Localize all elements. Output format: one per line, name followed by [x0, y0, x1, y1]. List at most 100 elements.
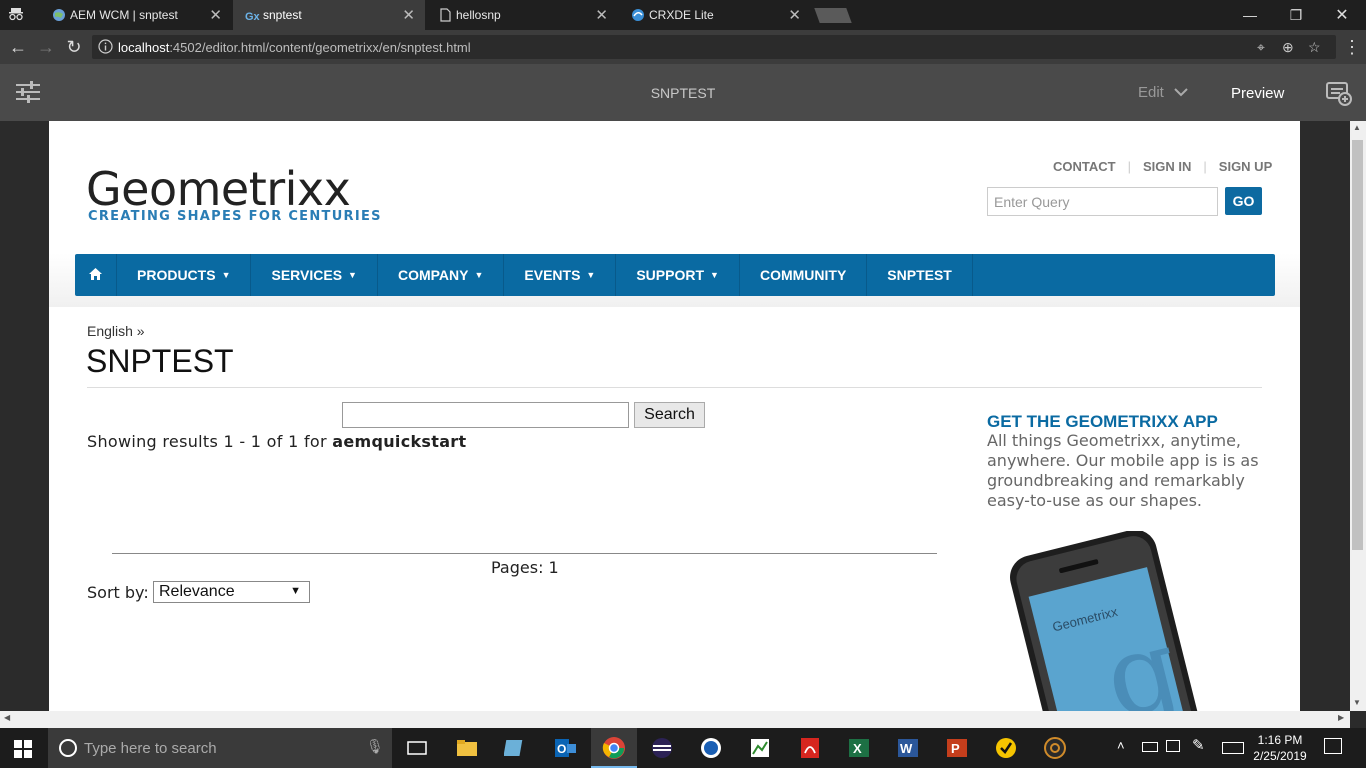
reload-button[interactable]: ↻ — [60, 30, 88, 64]
close-tab-icon[interactable]: ✕ — [209, 6, 222, 24]
bookmark-star-icon[interactable]: ☆ — [1308, 39, 1321, 56]
site-search-input[interactable]: Enter Query — [987, 187, 1218, 216]
location-icon[interactable]: ⌖ — [1257, 39, 1265, 56]
nav-item-snptest[interactable]: SNPTEST — [867, 254, 973, 296]
browser-toolbar: ← → ↻ localhost:4502/editor.html/content… — [0, 30, 1366, 64]
battery-icon[interactable] — [1142, 742, 1158, 752]
nav-item-community[interactable]: COMMUNITY — [740, 254, 868, 296]
chrome-icon[interactable] — [602, 736, 626, 760]
nav-item-support[interactable]: SUPPORT ▼ — [616, 254, 740, 296]
sort-label: Sort by: — [87, 583, 149, 602]
zoom-icon[interactable]: ⊕ — [1282, 39, 1294, 56]
cortana-icon — [58, 738, 78, 758]
nav-item-events[interactable]: EVENTS ▼ — [504, 254, 617, 296]
dropdown-arrow-icon: ▼ — [710, 270, 719, 280]
windows-taskbar: Type here to search 🎙 O X W P ˄ ✎ 1:16 P… — [0, 728, 1366, 768]
breadcrumb[interactable]: English » — [87, 323, 145, 339]
tab-crxde[interactable]: CRXDE Lite ✕ — [619, 0, 811, 30]
close-window-button[interactable]: ✕ — [1319, 0, 1365, 30]
app-icon[interactable] — [748, 736, 772, 760]
close-tab-icon[interactable]: ✕ — [402, 6, 415, 24]
mode-selector[interactable]: Edit — [1138, 84, 1188, 101]
globe-icon — [52, 8, 66, 22]
page-canvas: Geometrixx CREATING SHAPES FOR CENTURIES… — [49, 121, 1300, 711]
svg-text:W: W — [900, 741, 913, 756]
pen-icon[interactable]: ✎ — [1192, 736, 1205, 754]
sign-up-link[interactable]: SIGN UP — [1219, 159, 1272, 174]
sign-in-link[interactable]: SIGN IN — [1143, 159, 1191, 174]
notifications-icon[interactable] — [1324, 738, 1342, 754]
incognito-icon — [8, 6, 24, 22]
divider: | — [1127, 159, 1131, 174]
tab-label: CRXDE Lite — [649, 8, 714, 22]
chevron-down-icon — [1174, 84, 1188, 101]
back-button[interactable]: ← — [4, 30, 32, 64]
outlook-icon[interactable]: O — [553, 736, 577, 760]
svg-text:Gx: Gx — [245, 11, 261, 22]
preview-button[interactable]: Preview — [1231, 85, 1284, 102]
scroll-right-arrow-icon[interactable]: ▶ — [1338, 713, 1344, 722]
restore-button[interactable]: ❐ — [1273, 0, 1319, 30]
search-input[interactable] — [342, 402, 629, 428]
dropdown-arrow-icon: ▼ — [348, 270, 357, 280]
nav-label: COMPANY — [397, 267, 469, 283]
tab-hellosnp[interactable]: hellosnp ✕ — [426, 0, 618, 30]
system-clock[interactable]: 1:16 PM 2/25/2019 — [1245, 732, 1315, 764]
file-explorer-icon[interactable] — [455, 736, 479, 760]
tab-snptest[interactable]: Gx snptest ✕ — [233, 0, 425, 30]
new-tab-button[interactable] — [814, 8, 852, 23]
info-icon[interactable] — [98, 39, 113, 54]
main-nav: PRODUCTS ▼ SERVICES ▼ COMPANY ▼ EVENTS ▼ SUP… — [75, 254, 1275, 296]
nav-item-services[interactable]: SERVICES ▼ — [251, 254, 378, 296]
phone-image: Geometrixx g — [989, 529, 1259, 711]
network-icon[interactable] — [1166, 740, 1180, 752]
svg-text:X: X — [853, 741, 862, 756]
horizontal-scrollbar[interactable] — [0, 711, 1350, 728]
minimize-button[interactable]: — — [1227, 0, 1273, 30]
start-button[interactable] — [14, 740, 32, 758]
url-host: localhost — [118, 39, 170, 55]
divider — [87, 387, 1262, 388]
go-button[interactable]: GO — [1225, 187, 1262, 215]
app-icon[interactable] — [1043, 736, 1067, 760]
app-icon[interactable] — [503, 736, 528, 760]
dropdown-arrow-icon: ▼ — [221, 270, 231, 280]
scroll-left-arrow-icon[interactable]: ◀ — [4, 713, 10, 722]
microphone-icon[interactable]: 🎙 — [366, 738, 384, 755]
norton-icon[interactable] — [994, 736, 1018, 760]
taskbar-search[interactable]: Type here to search 🎙 — [48, 728, 392, 768]
nav-label: SNPTEST — [887, 267, 952, 283]
nav-item-company[interactable]: COMPANY ▼ — [378, 254, 505, 296]
nav-item-products[interactable]: PRODUCTS ▼ — [117, 254, 252, 296]
word-icon[interactable]: W — [896, 736, 920, 760]
contact-link[interactable]: CONTACT — [1053, 159, 1116, 174]
search-button[interactable]: Search — [634, 402, 705, 428]
acrobat-icon[interactable] — [798, 736, 822, 760]
sort-select[interactable]: Relevance ▼ — [153, 581, 310, 603]
divider: | — [1203, 159, 1207, 174]
scrollbar-thumb[interactable] — [1352, 140, 1363, 550]
tab-aem-wcm[interactable]: AEM WCM | snptest ✕ — [40, 0, 232, 30]
url-path: :4502/editor.html/content/geometrixx/en/… — [169, 39, 471, 55]
powerpoint-icon[interactable]: P — [945, 736, 969, 760]
close-tab-icon[interactable]: ✕ — [595, 6, 608, 24]
task-view-icon[interactable] — [405, 736, 429, 760]
close-tab-icon[interactable]: ✕ — [788, 6, 801, 24]
app-heading[interactable]: GET THE GEOMETRIXX APP — [987, 412, 1218, 432]
eclipse-icon[interactable] — [650, 736, 674, 760]
home-nav-item[interactable] — [75, 254, 117, 296]
menu-icon[interactable]: ⋮ — [1338, 30, 1366, 64]
nav-label: EVENTS — [524, 267, 581, 283]
app-icon[interactable] — [699, 736, 723, 760]
chevron-up-icon[interactable]: ˄ — [1117, 738, 1125, 753]
excel-icon[interactable]: X — [847, 736, 871, 760]
annotations-icon[interactable] — [1326, 82, 1352, 106]
keyboard-icon[interactable] — [1222, 742, 1244, 754]
dropdown-arrow-icon: ▼ — [290, 585, 301, 597]
dropdown-arrow-icon: ▼ — [474, 270, 484, 280]
svg-text:O: O — [557, 742, 566, 756]
forward-button[interactable]: → — [32, 30, 60, 64]
scroll-down-arrow-icon[interactable]: ▼ — [1353, 698, 1361, 707]
address-bar[interactable]: localhost:4502/editor.html/content/geome… — [92, 35, 1336, 59]
scroll-up-arrow-icon[interactable]: ▲ — [1353, 123, 1361, 132]
